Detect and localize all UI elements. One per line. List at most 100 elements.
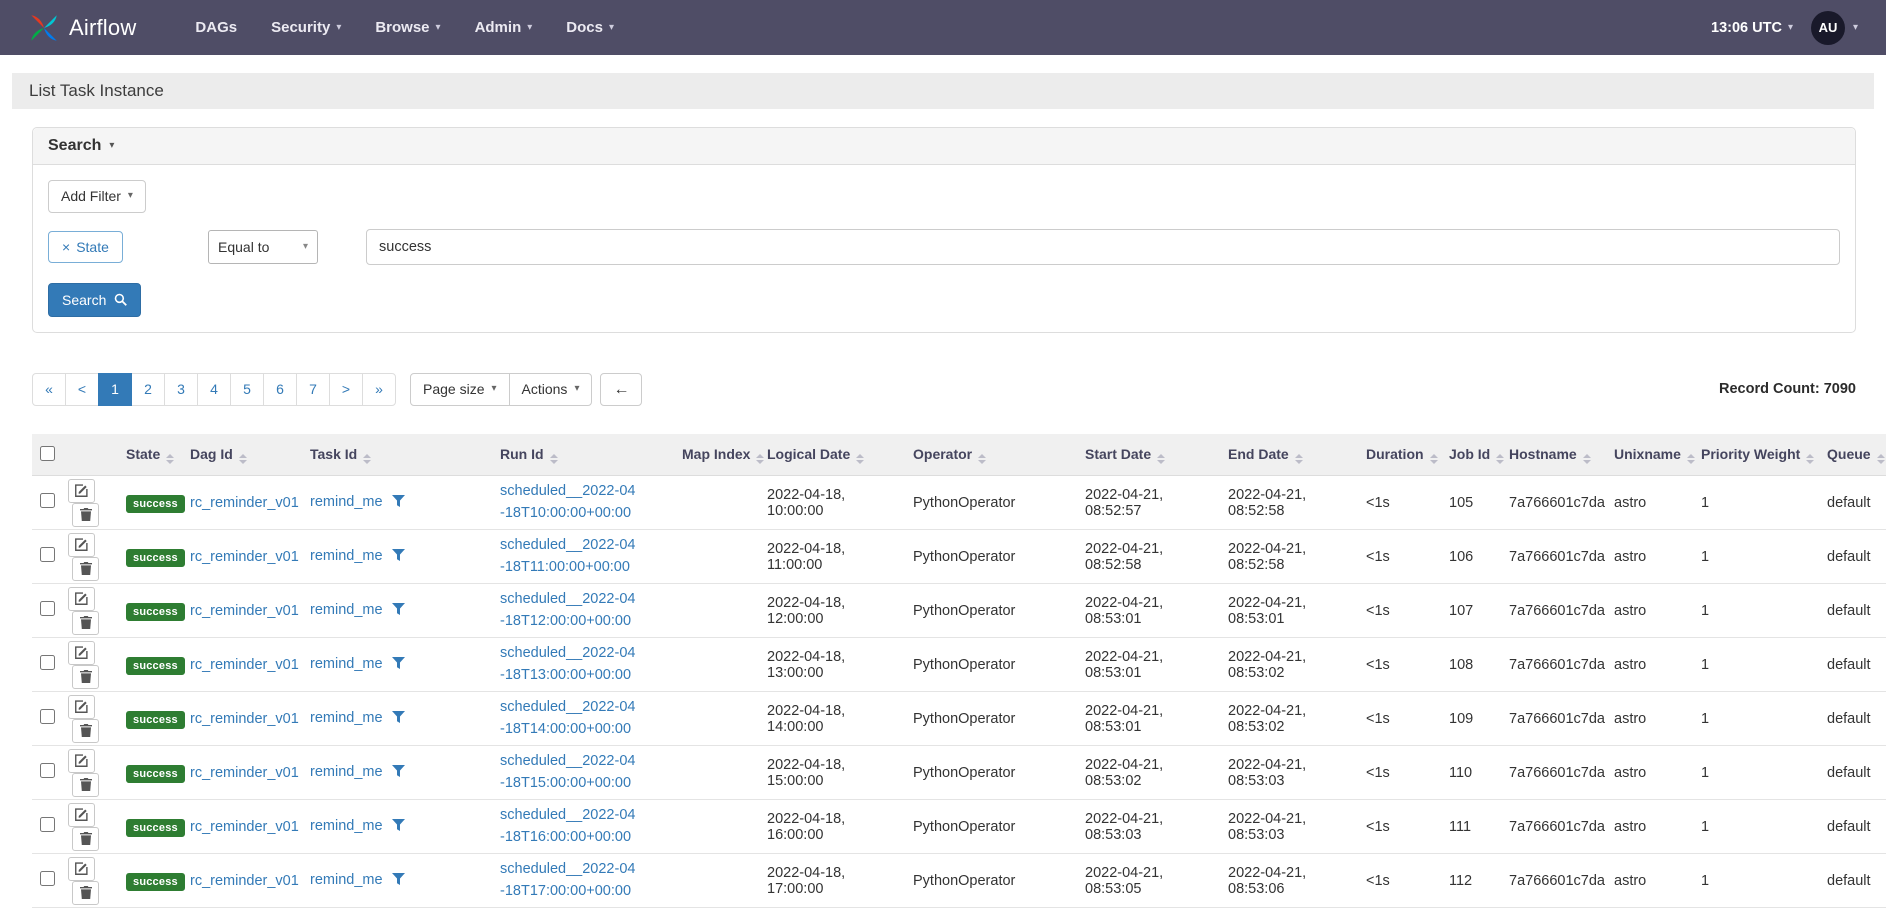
- delete-button[interactable]: [72, 773, 99, 797]
- nav-item-admin[interactable]: Admin ▾: [458, 0, 550, 55]
- row-checkbox[interactable]: [40, 871, 55, 886]
- run-id-link[interactable]: scheduled__2022-04-18T14:00:00+00:00: [500, 697, 636, 741]
- search-panel-header[interactable]: Search ▾: [33, 128, 1855, 165]
- close-icon[interactable]: ×: [62, 239, 70, 255]
- nav-item-browse[interactable]: Browse ▾: [358, 0, 457, 55]
- column-header-map-index[interactable]: Map Index: [682, 434, 767, 476]
- task-id-link[interactable]: remind_me: [310, 548, 383, 564]
- column-header-job-id[interactable]: Job Id: [1449, 434, 1509, 476]
- column-header-unixname[interactable]: Unixname: [1614, 434, 1701, 476]
- pagination-page-1[interactable]: 1: [98, 373, 132, 406]
- column-header-duration[interactable]: Duration: [1366, 434, 1449, 476]
- filter-funnel-icon[interactable]: [392, 495, 405, 511]
- run-id-link[interactable]: scheduled__2022-04-18T13:00:00+00:00: [500, 643, 636, 687]
- pagination-page-2[interactable]: 2: [131, 373, 165, 406]
- pagination-last[interactable]: »: [362, 373, 396, 406]
- filter-funnel-icon[interactable]: [392, 711, 405, 727]
- dag-id-link[interactable]: rc_reminder_v01: [190, 657, 299, 673]
- edit-button[interactable]: [68, 695, 95, 719]
- edit-button[interactable]: [68, 857, 95, 881]
- row-checkbox[interactable]: [40, 601, 55, 616]
- delete-button[interactable]: [72, 719, 99, 743]
- nav-item-docs[interactable]: Docs ▾: [549, 0, 631, 55]
- pagination-page-7[interactable]: 7: [296, 373, 330, 406]
- delete-button[interactable]: [72, 881, 99, 905]
- chevron-down-icon[interactable]: ▾: [1853, 23, 1858, 33]
- filter-funnel-icon[interactable]: [392, 873, 405, 889]
- column-header-end-date[interactable]: End Date: [1228, 434, 1366, 476]
- avatar[interactable]: AU: [1811, 11, 1845, 45]
- search-button[interactable]: Search: [48, 283, 141, 317]
- edit-button[interactable]: [68, 587, 95, 611]
- pagination-page-5[interactable]: 5: [230, 373, 264, 406]
- delete-button[interactable]: [72, 827, 99, 851]
- edit-button[interactable]: [68, 479, 95, 503]
- column-header-dag-id[interactable]: Dag Id: [190, 434, 310, 476]
- remove-state-filter-button[interactable]: × State: [48, 231, 123, 263]
- delete-button[interactable]: [72, 611, 99, 635]
- column-header-hostname[interactable]: Hostname: [1509, 434, 1614, 476]
- edit-button[interactable]: [68, 803, 95, 827]
- edit-button[interactable]: [68, 641, 95, 665]
- column-header-operator[interactable]: Operator: [913, 434, 1085, 476]
- row-checkbox[interactable]: [40, 547, 55, 562]
- task-id-link[interactable]: remind_me: [310, 872, 383, 888]
- delete-button[interactable]: [72, 665, 99, 689]
- dag-id-link[interactable]: rc_reminder_v01: [190, 495, 299, 511]
- airflow-brand[interactable]: Airflow: [28, 12, 136, 44]
- column-header-run-id[interactable]: Run Id: [500, 434, 682, 476]
- filter-funnel-icon[interactable]: [392, 657, 405, 673]
- edit-button[interactable]: [68, 749, 95, 773]
- page-size-button[interactable]: Page size ▾: [410, 373, 510, 406]
- column-header-queue[interactable]: Queue: [1827, 434, 1886, 476]
- filter-funnel-icon[interactable]: [392, 603, 405, 619]
- task-id-link[interactable]: remind_me: [310, 656, 383, 672]
- run-id-link[interactable]: scheduled__2022-04-18T11:00:00+00:00: [500, 535, 636, 579]
- clock-dropdown[interactable]: 13:06 UTC ▾: [1711, 20, 1793, 36]
- task-id-link[interactable]: remind_me: [310, 818, 383, 834]
- run-id-link[interactable]: scheduled__2022-04-18T10:00:00+00:00: [500, 481, 636, 525]
- pagination-first[interactable]: «: [32, 373, 66, 406]
- dag-id-link[interactable]: rc_reminder_v01: [190, 873, 299, 889]
- nav-item-security[interactable]: Security ▾: [254, 0, 358, 55]
- run-id-link[interactable]: scheduled__2022-04-18T17:00:00+00:00: [500, 859, 636, 903]
- filter-funnel-icon[interactable]: [392, 765, 405, 781]
- run-id-link[interactable]: scheduled__2022-04-18T15:00:00+00:00: [500, 751, 636, 795]
- task-id-link[interactable]: remind_me: [310, 494, 383, 510]
- dag-id-link[interactable]: rc_reminder_v01: [190, 549, 299, 565]
- pagination-page-3[interactable]: 3: [164, 373, 198, 406]
- pagination-next[interactable]: >: [329, 373, 363, 406]
- run-id-link[interactable]: scheduled__2022-04-18T16:00:00+00:00: [500, 805, 636, 849]
- delete-button[interactable]: [72, 557, 99, 581]
- row-checkbox[interactable]: [40, 655, 55, 670]
- edit-button[interactable]: [68, 533, 95, 557]
- delete-button[interactable]: [72, 503, 99, 527]
- pagination-page-4[interactable]: 4: [197, 373, 231, 406]
- filter-funnel-icon[interactable]: [392, 549, 405, 565]
- row-checkbox[interactable]: [40, 763, 55, 778]
- run-id-link[interactable]: scheduled__2022-04-18T12:00:00+00:00: [500, 589, 636, 633]
- pagination-prev[interactable]: <: [65, 373, 99, 406]
- add-filter-button[interactable]: Add Filter ▾: [48, 180, 146, 213]
- row-checkbox[interactable]: [40, 493, 55, 508]
- task-id-link[interactable]: remind_me: [310, 710, 383, 726]
- column-header-priority-weight[interactable]: Priority Weight: [1701, 434, 1827, 476]
- dag-id-link[interactable]: rc_reminder_v01: [190, 711, 299, 727]
- column-header-state[interactable]: State: [126, 434, 190, 476]
- condition-select[interactable]: Equal to ▾: [208, 230, 318, 264]
- filter-value-input[interactable]: [366, 229, 1840, 265]
- column-header-logical-date[interactable]: Logical Date: [767, 434, 913, 476]
- row-checkbox[interactable]: [40, 817, 55, 832]
- select-all-checkbox[interactable]: [40, 446, 55, 461]
- nav-item-dags[interactable]: DAGs: [178, 0, 254, 55]
- filter-funnel-icon[interactable]: [392, 819, 405, 835]
- dag-id-link[interactable]: rc_reminder_v01: [190, 819, 299, 835]
- actions-button[interactable]: Actions ▾: [509, 373, 593, 406]
- task-id-link[interactable]: remind_me: [310, 764, 383, 780]
- row-checkbox[interactable]: [40, 709, 55, 724]
- dag-id-link[interactable]: rc_reminder_v01: [190, 765, 299, 781]
- back-button[interactable]: ←: [600, 373, 642, 406]
- pagination-page-6[interactable]: 6: [263, 373, 297, 406]
- dag-id-link[interactable]: rc_reminder_v01: [190, 603, 299, 619]
- task-id-link[interactable]: remind_me: [310, 602, 383, 618]
